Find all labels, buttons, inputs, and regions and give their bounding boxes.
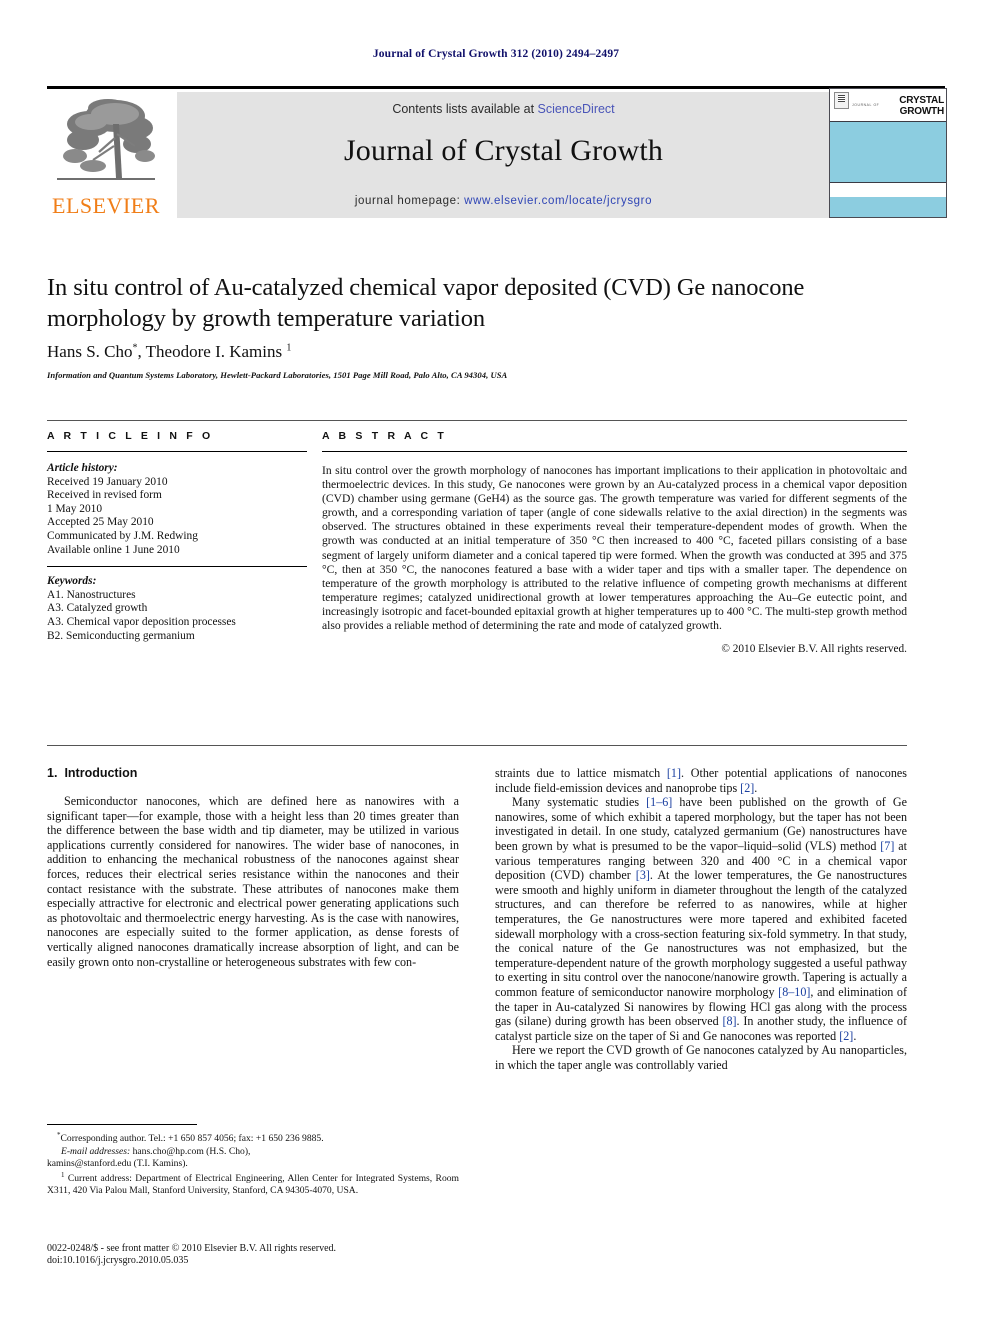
cover-rule-2 [830,182,946,183]
doi-line[interactable]: doi:10.1016/j.jcrysgro.2010.05.035 [47,1255,459,1267]
keywords-label: Keywords: [47,575,97,588]
text-run: . [853,1028,857,1043]
issn-line: 0022-0248/$ - see front matter © 2010 El… [47,1243,337,1254]
paper-page: Journal of Crystal Growth 312 (2010) 249… [0,0,992,1323]
text-run: Current address: Department of Electrica… [47,1173,459,1196]
sciencedirect-link[interactable]: ScienceDirect [538,102,615,116]
abstract-column: A B S T R A C T In situ control over the… [322,430,907,655]
keyword-item: B2. Semiconducting germanium [47,629,195,642]
paragraph: straints due to lattice mismatch [1]. Ot… [495,766,907,795]
citation-link[interactable]: [3] [636,868,650,882]
info-band-top-rule [47,420,907,421]
abstract-heading: A B S T R A C T [322,430,447,442]
paragraph: Many systematic studies [1–6] have been … [495,795,907,1043]
info-band-bottom-rule [47,745,907,746]
article-info-separator [47,566,307,568]
page-title: In situ control of Au-catalyzed chemical… [47,274,805,332]
right-column: straints due to lattice mismatch [1]. Ot… [495,766,907,1072]
paragraph: Here we report the CVD growth of Ge nano… [495,1043,907,1072]
journal-cover-thumbnail[interactable]: JOURNAL OF CRYSTAL GROWTH [829,88,947,218]
text-run: straints due to lattice mismatch [495,766,667,780]
footnote-rule [47,1124,197,1125]
elsevier-logo: ELSEVIER [47,92,165,218]
citation-link[interactable]: [2] [740,781,754,795]
citation-link[interactable]: [7] [880,839,894,853]
journal-masthead: ELSEVIER Contents lists available at Sci… [47,86,945,218]
abstract-text: In situ control over the growth morpholo… [322,464,907,633]
citation-link[interactable]: [8–10] [778,985,810,999]
history-item: Received 19 January 2010 [47,475,168,488]
left-column: 1. Introduction Semiconductor nanocones, … [47,766,459,969]
article-info-column: A R T I C L E I N F O Article history: R… [47,430,307,643]
masthead-banner: Contents lists available at ScienceDirec… [177,92,830,218]
citation-link[interactable]: [2] [839,1029,853,1043]
keyword-item: A3. Chemical vapor deposition processes [47,615,236,628]
homepage-prefix: journal homepage: [354,195,465,207]
article-history-label: Article history: [47,462,118,474]
text-run: Many systematic studies [512,795,647,810]
footnote-corresponding: *Corresponding author. Tel.: +1 650 857 … [47,1130,459,1145]
cover-band-2 [830,197,946,217]
history-item: Communicated by J.M. Redwing [47,529,198,542]
cover-mini-logo-icon [834,92,849,109]
contents-available-line: Contents lists available at ScienceDirec… [177,102,830,116]
abstract-heading-rule [322,451,907,452]
author-2: , Theodore I. Kamins [137,342,287,361]
imprint-block: 0022-0248/$ - see front matter © 2010 El… [47,1243,459,1268]
footnote-email-2[interactable]: kamins@stanford.edu (T.I. Kamins). [47,1158,459,1169]
footnote-email: E-mail addresses: hans.cho@hp.com (H.S. … [47,1146,459,1157]
footnotes-block: *Corresponding author. Tel.: +1 650 857 … [47,1130,459,1197]
keyword-item: A1. Nanostructures [47,588,136,601]
section-number: 1. [47,766,58,780]
history-item: Accepted 25 May 2010 [47,516,154,529]
author-list: Hans S. Cho*, Theodore I. Kamins 1 [47,342,907,362]
contents-prefix: Contents lists available at [392,102,538,116]
journal-title: Journal of Crystal Growth [343,134,664,167]
section-heading-introduction: 1. Introduction [47,766,459,780]
masthead-top-rule [47,86,945,89]
footnote-current-address: 1 Current address: Department of Electri… [47,1170,459,1196]
history-item: 1 May 2010 [47,502,103,515]
citation-link[interactable]: [8] [722,1014,736,1028]
article-history: Article history: Received 19 January 201… [47,462,307,557]
citation-link[interactable]: [1–6] [646,795,672,809]
email-label: E-mail addresses: [61,1145,131,1157]
text-run: . At the lower temperatures, the Ge nano… [495,868,907,999]
cover-header: JOURNAL OF CRYSTAL GROWTH [830,89,946,121]
keyword-item: A3. Catalyzed growth [47,602,148,615]
email-address-1[interactable]: hans.cho@hp.com (H.S. Cho), [130,1146,251,1157]
article-info-heading: A R T I C L E I N F O [47,430,214,442]
running-head: Journal of Crystal Growth 312 (2010) 249… [372,48,620,60]
elsevier-wordmark: ELSEVIER [52,193,160,218]
text-run: Corresponding author. Tel.: +1 650 857 4… [60,1133,324,1145]
cover-title-line1: CRYSTAL [899,95,944,106]
cover-title-line2: GROWTH [899,105,945,117]
journal-homepage-line: journal homepage: www.elsevier.com/locat… [177,195,830,207]
affiliation: Information and Quantum Systems Laborato… [47,370,508,380]
text-run: . [754,780,758,795]
author-1: Hans S. Cho [47,342,133,361]
paragraph: Semiconductor nanocones, which are defin… [47,794,459,969]
cover-title: CRYSTAL GROWTH [874,95,945,117]
copyright-line: © 2010 Elsevier B.V. All rights reserved… [721,643,907,656]
history-item: Received in revised form [47,489,162,502]
history-item: Available online 1 June 2010 [47,543,180,556]
citation-link[interactable]: [1] [667,766,681,780]
elsevier-tree-icon [57,99,155,180]
keywords-block: Keywords: A1. Nanostructures A3. Catalyz… [47,575,307,643]
article-info-heading-rule [47,451,307,452]
cover-band-1 [830,122,946,182]
affiliation-marker: 1 [286,342,292,354]
section-title: Introduction [64,766,138,780]
homepage-url-link[interactable]: www.elsevier.com/locate/jcrysgro [464,195,652,207]
